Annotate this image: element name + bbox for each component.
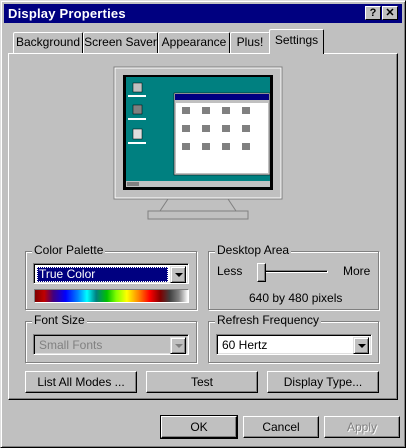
tab-screen-saver[interactable]: Screen Saver	[83, 32, 158, 53]
tab-label: Plus!	[236, 35, 264, 49]
chevron-down-icon[interactable]	[353, 337, 369, 354]
list-all-modes-button[interactable]: List All Modes ...	[25, 371, 137, 393]
refresh-frequency-label: Refresh Frequency	[215, 313, 322, 327]
tab-background[interactable]: Background	[13, 32, 83, 53]
tab-label: Background	[15, 35, 81, 49]
desktop-area-slider-thumb[interactable]	[257, 263, 266, 282]
refresh-frequency-select[interactable]: 60 Hertz	[216, 334, 372, 355]
monitor-preview	[113, 66, 283, 220]
test-button[interactable]: Test	[146, 371, 258, 393]
display-type-button[interactable]: Display Type...	[267, 371, 379, 393]
font-size-value: Small Fonts	[39, 338, 103, 352]
refresh-frequency-value: 60 Hertz	[222, 338, 268, 352]
cancel-button[interactable]: Cancel	[243, 416, 319, 438]
color-palette-value: True Color	[37, 267, 168, 282]
help-button[interactable]: ?	[365, 6, 381, 20]
desktop-area-label: Desktop Area	[215, 243, 292, 257]
tab-appearance[interactable]: Appearance	[158, 32, 230, 53]
ok-button[interactable]: OK	[160, 415, 238, 439]
my-computer-icon	[132, 82, 143, 93]
display-properties-window: Display Properties ? ✕ Background Screen…	[0, 0, 406, 448]
more-label: More	[343, 264, 371, 278]
chevron-down-icon[interactable]	[170, 337, 186, 354]
network-icon	[132, 104, 143, 115]
title-bar[interactable]: Display Properties ? ✕	[4, 4, 402, 23]
tab-label: Settings	[274, 33, 319, 47]
color-palette-select[interactable]: True Color	[33, 263, 189, 284]
chevron-down-icon[interactable]	[170, 266, 186, 283]
desktop-area-slider-track[interactable]	[257, 270, 328, 273]
window-title: Display Properties	[8, 6, 126, 21]
color-spectrum-bar	[34, 289, 189, 303]
font-size-label: Font Size	[32, 313, 87, 327]
tab-label: Appearance	[161, 35, 227, 49]
apply-button[interactable]: Apply	[324, 416, 400, 438]
font-size-select[interactable]: Small Fonts	[33, 334, 189, 355]
tab-settings[interactable]: Settings	[269, 29, 324, 54]
color-palette-label: Color Palette	[32, 243, 106, 257]
resolution-label: 640 by 480 pixels	[249, 291, 343, 305]
preview-taskbar	[126, 181, 270, 187]
close-button[interactable]: ✕	[382, 6, 398, 20]
monitor-base	[159, 198, 237, 212]
preview-start-button	[127, 182, 139, 186]
tab-plus[interactable]: Plus!	[230, 32, 270, 53]
tab-label: Screen Saver	[84, 35, 157, 49]
less-label: Less	[217, 264, 243, 278]
recycle-bin-icon	[132, 128, 143, 140]
